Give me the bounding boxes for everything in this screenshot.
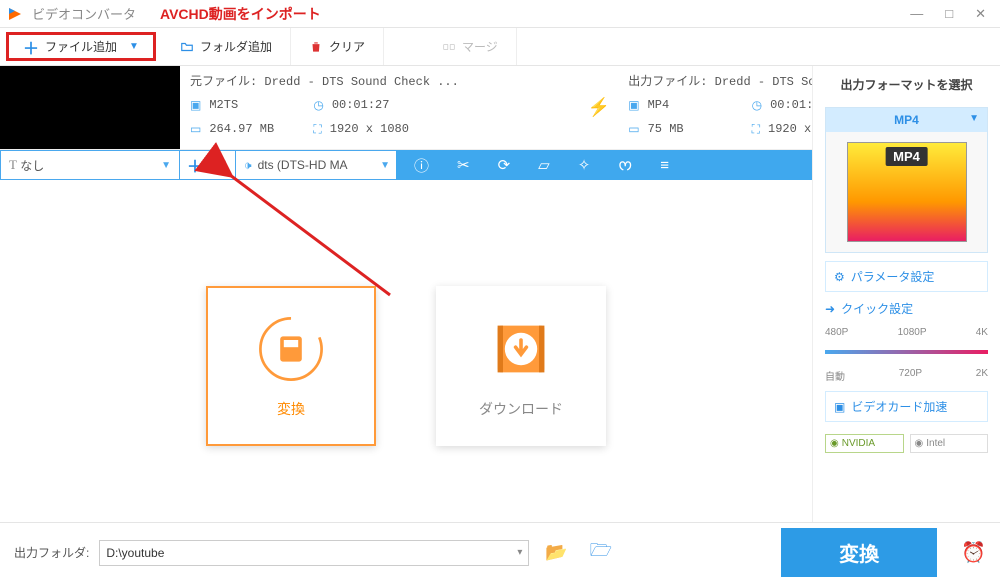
audio-track-select[interactable]: 🕩 dts (DTS-HD MA ▼ (236, 150, 396, 180)
download-card-label: ダウンロード (479, 399, 563, 419)
clear-label: クリア (329, 38, 365, 55)
chevron-down-icon: ▼ (129, 41, 139, 52)
settings-tool-button[interactable]: ≡ (660, 157, 669, 174)
size-icon: ▭ (628, 122, 639, 136)
chevron-down-icon: ▼ (380, 160, 390, 171)
add-subtitle-button[interactable]: ＋ (180, 150, 210, 180)
merge-button[interactable]: マージ (424, 28, 517, 65)
merge-label: マージ (462, 38, 498, 55)
size-icon: ▭ (190, 122, 201, 136)
sliders-icon: ⚙ (834, 270, 845, 284)
folder-icon (180, 40, 194, 54)
app-title: ビデオコンバータ (32, 4, 136, 23)
maximize-button[interactable]: □ (945, 6, 953, 22)
output-container: MP4 (648, 98, 744, 112)
q-auto[interactable]: 自動 (825, 368, 845, 383)
convert-card[interactable]: 変換 (206, 286, 376, 446)
subtitle-value: なし (20, 157, 44, 174)
chevron-down-icon: ▾ (517, 547, 522, 558)
watermark-tool-button[interactable]: ᰔ (618, 154, 632, 177)
convert-button[interactable]: 変換 (781, 528, 937, 577)
format-selector[interactable]: MP4 ▼ MP4 (825, 107, 988, 253)
clock-icon: ◷ (752, 98, 762, 112)
format-value: MP4 (894, 113, 919, 127)
info-tool-button[interactable]: ⓘ (414, 155, 429, 176)
close-button[interactable]: ✕ (975, 6, 986, 22)
folder-add-button[interactable]: フォルダ追加 (162, 28, 291, 65)
q-2k[interactable]: 2K (976, 368, 988, 383)
output-format-title: 出力フォーマットを選択 (825, 76, 988, 93)
file-add-label: ファイル追加 (45, 38, 117, 55)
trash-icon (309, 40, 323, 54)
download-icon (485, 313, 557, 385)
bolt-icon: ⚡ (588, 97, 610, 118)
parameter-settings-button[interactable]: ⚙ パラメータ設定 (825, 261, 988, 292)
gpu-intel[interactable]: ◉ Intel (910, 434, 989, 453)
source-resolution: 1920 x 1080 (330, 122, 409, 136)
crop-tool-button[interactable]: ▱ (538, 156, 550, 174)
quick-settings-title: ➜ クイック設定 (825, 300, 988, 317)
rotate-tool-button[interactable]: ⟳ (498, 156, 511, 174)
merge-icon (442, 40, 456, 54)
q-4k[interactable]: 4K (976, 327, 988, 338)
minimize-button[interactable]: — (910, 6, 923, 22)
clock-icon: ◷ (313, 98, 323, 112)
nvidia-icon: ◉ (830, 438, 839, 449)
q-480p[interactable]: 480P (825, 327, 848, 338)
schedule-button[interactable]: ⏰ (961, 540, 986, 565)
container-icon: ▣ (190, 98, 201, 112)
chevron-down-icon: ▼ (969, 113, 979, 124)
speaker-icon: 🕩 (244, 158, 252, 173)
output-folder-value: D:\youtube (106, 546, 164, 560)
output-size: 75 MB (648, 122, 744, 136)
intel-icon: ◉ (915, 438, 924, 449)
chevron-down-icon: ▼ (161, 160, 171, 171)
output-folder-input[interactable]: D:\youtube ▾ (99, 540, 529, 566)
effect-tool-button[interactable]: ✧ (578, 156, 591, 174)
param-label: パラメータ設定 (851, 268, 935, 285)
subtitle-select[interactable]: T なし ▼ (0, 150, 180, 180)
clear-button[interactable]: クリア (291, 28, 384, 65)
source-container: M2TS (209, 98, 305, 112)
browse-folder-button[interactable]: 📂 (539, 542, 573, 563)
cut-tool-button[interactable]: ✂ (457, 156, 470, 174)
q-720p[interactable]: 720P (899, 368, 922, 383)
gpu-nvidia[interactable]: ◉ NVIDIA (825, 434, 904, 453)
source-size: 264.97 MB (209, 122, 305, 136)
chip-icon: ▣ (834, 400, 845, 414)
source-file-header: 元ファイル: Dredd - DTS Sound Check ... (190, 72, 570, 89)
import-highlight-label: AVCHD動画をインポート (160, 4, 321, 24)
gpu-accel-button[interactable]: ▣ ビデオカード加速 (825, 391, 988, 422)
container-icon: ▣ (628, 98, 639, 112)
open-folder-button[interactable]: 🗁 (584, 538, 618, 568)
arrow-right-icon: ➜ (825, 302, 835, 316)
q-1080p[interactable]: 1080P (898, 327, 927, 338)
source-duration: 00:01:27 (332, 98, 390, 112)
convert-card-label: 変換 (277, 399, 305, 419)
audio-track-value: dts (DTS-HD MA (258, 158, 348, 172)
video-thumbnail[interactable] (0, 66, 180, 149)
h-toggle-button[interactable]: H (210, 150, 236, 180)
download-card[interactable]: ダウンロード (436, 286, 606, 446)
format-preview: MP4 (826, 132, 987, 252)
gpu-label: ビデオカード加速 (851, 398, 947, 415)
resolution-icon: ⛶ (752, 122, 760, 137)
output-folder-label: 出力フォルダ: (14, 544, 89, 561)
file-add-button[interactable]: ＋ ファイル追加 ▼ (6, 32, 156, 61)
folder-add-label: フォルダ追加 (200, 38, 272, 55)
text-icon: T (9, 157, 17, 173)
plus-icon: ＋ (23, 35, 39, 59)
app-logo-icon (6, 5, 24, 23)
resolution-icon: ⛶ (313, 122, 321, 137)
quality-slider[interactable] (825, 350, 988, 354)
convert-icon (255, 313, 327, 385)
